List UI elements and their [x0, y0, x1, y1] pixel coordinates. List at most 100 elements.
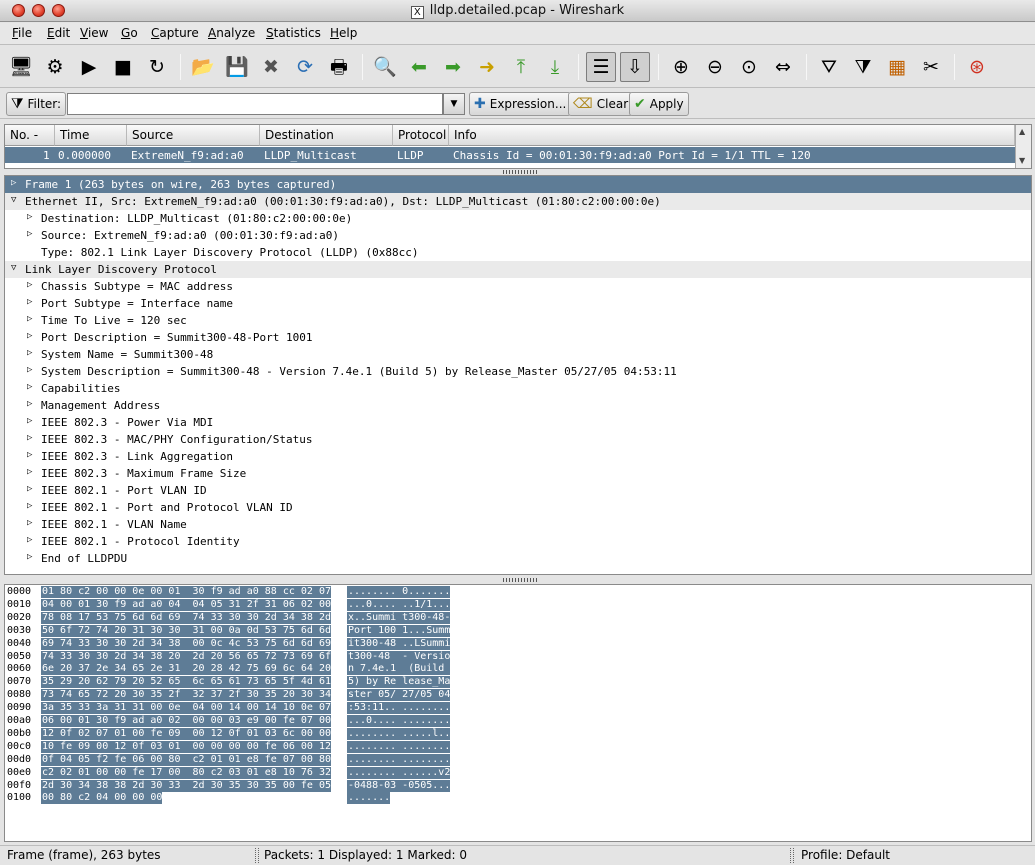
expander-closed-icon[interactable]: ▷	[27, 348, 32, 358]
detail-row[interactable]: ▷ End of LLDPDU	[5, 550, 1031, 567]
hex-ascii[interactable]: x..Summi t300-48-	[347, 611, 451, 624]
menu-capture[interactable]: Capture	[151, 26, 199, 40]
expander-closed-icon[interactable]: ▷	[27, 484, 32, 494]
hex-ascii[interactable]: n 7.4e.1 (Build	[347, 663, 451, 676]
detail-row[interactable]: ▽ Ethernet II, Src: ExtremeN_f9:ad:a0 (00…	[5, 193, 1031, 210]
hex-bytes[interactable]: 50 6f 72 74 20 31 30 30 31 00 0a 0d 53 7…	[41, 624, 331, 637]
status-separator[interactable]	[790, 848, 794, 863]
go-back-icon[interactable]: ⬅	[404, 52, 434, 82]
hex-ascii[interactable]: Port 100 1...Summ	[347, 624, 451, 637]
status-profile[interactable]: Profile: Default	[801, 848, 890, 862]
zoom-normal-icon[interactable]: ⊙	[734, 52, 764, 82]
detail-row[interactable]: ▷ Port Description = Summit300-48-Port 10…	[5, 329, 1031, 346]
hex-bytes[interactable]: 78 08 17 53 75 6d 6d 69 74 33 30 30 2d 3…	[41, 611, 331, 624]
hex-ascii[interactable]: it300-48 ..LSummi	[347, 637, 451, 650]
detail-row[interactable]: ▷ System Name = Summit300-48	[5, 346, 1031, 363]
close-file-icon[interactable]: ✖	[256, 52, 286, 82]
hex-bytes[interactable]: 3a 35 33 3a 31 31 00 0e 04 00 14 00 14 1…	[41, 702, 331, 715]
detail-row[interactable]: ▷ Management Address	[5, 397, 1031, 414]
display-filters-icon[interactable]: ⧩	[848, 52, 878, 82]
filter-button[interactable]: ⧩ Filter:	[6, 92, 67, 116]
last-packet-icon[interactable]: ⤓	[540, 52, 570, 82]
resize-columns-icon[interactable]: ⇔	[768, 52, 798, 82]
column-header-no[interactable]: No. -	[5, 125, 55, 146]
find-packet-icon[interactable]: 🔍	[370, 52, 400, 82]
clear-button[interactable]: ⌫ Clear	[568, 92, 634, 116]
expander-closed-icon[interactable]: ▷	[27, 297, 32, 307]
hex-ascii[interactable]: t300-48 - Versio	[347, 650, 451, 663]
menu-view[interactable]: View	[80, 26, 108, 40]
detail-row[interactable]: ▷ Frame 1 (263 bytes on wire, 263 bytes c…	[5, 176, 1031, 193]
apply-button[interactable]: ✔ Apply	[629, 92, 689, 116]
hex-ascii[interactable]: :53:11.. ........	[347, 702, 451, 715]
column-header-time[interactable]: Time	[55, 125, 127, 146]
detail-row[interactable]: ▷ IEEE 802.1 - Port and Protocol VLAN ID	[5, 499, 1031, 516]
detail-row[interactable]: ▷ IEEE 802.3 - Power Via MDI	[5, 414, 1031, 431]
expression-button[interactable]: ✚ Expression...	[469, 92, 572, 116]
detail-row[interactable]: ▷ Destination: LLDP_Multicast (01:80:c2:0…	[5, 210, 1031, 227]
hex-bytes[interactable]: 6e 20 37 2e 34 65 2e 31 20 28 42 75 69 6…	[41, 663, 331, 676]
expander-open-icon[interactable]: ▽	[11, 263, 16, 273]
column-header-info[interactable]: Info	[449, 125, 1015, 146]
help-icon[interactable]: ⊛	[962, 52, 992, 82]
packet-list-scrollbar[interactable]: ▲ ▼	[1015, 125, 1031, 168]
detail-row[interactable]: ▷ IEEE 802.1 - Protocol Identity	[5, 533, 1031, 550]
detail-row[interactable]: ▷ Time To Live = 120 sec	[5, 312, 1031, 329]
colorize-icon[interactable]: ☰	[586, 52, 616, 82]
stop-capture-icon[interactable]: ■	[108, 52, 138, 82]
hex-ascii[interactable]: 5) by Re lease_Ma	[347, 676, 451, 689]
coloring-rules-icon[interactable]: ▦	[882, 52, 912, 82]
detail-row[interactable]: ▷ IEEE 802.1 - VLAN Name	[5, 516, 1031, 533]
menu-edit[interactable]: Edit	[47, 26, 70, 40]
hex-ascii[interactable]: ster 05/ 27/05 04	[347, 689, 451, 702]
hex-ascii[interactable]: ........ .....l..	[347, 727, 451, 740]
detail-row[interactable]: ▷ Port Subtype = Interface name	[5, 295, 1031, 312]
hex-ascii[interactable]: ........ ......v2	[347, 766, 451, 779]
detail-row[interactable]: ▷ Capabilities	[5, 380, 1031, 397]
auto-scroll-icon[interactable]: ⇩	[620, 52, 650, 82]
hex-bytes[interactable]: 00 80 c2 04 00 00 00	[41, 792, 163, 805]
reload-icon[interactable]: ⟳	[290, 52, 320, 82]
hex-bytes[interactable]: 06 00 01 30 f9 ad a0 02 00 00 03 e9 00 f…	[41, 715, 331, 727]
zoom-in-icon[interactable]: ⊕	[666, 52, 696, 82]
expander-closed-icon[interactable]: ▷	[27, 433, 32, 443]
save-file-icon[interactable]: 💾	[222, 52, 252, 82]
filter-input[interactable]	[67, 93, 443, 115]
expander-closed-icon[interactable]: ▷	[27, 229, 32, 239]
scroll-up-icon[interactable]: ▲	[1019, 127, 1025, 136]
go-forward-icon[interactable]: ➡	[438, 52, 468, 82]
detail-row[interactable]: ▷ IEEE 802.3 - Link Aggregation	[5, 448, 1031, 465]
hex-bytes[interactable]: 04 00 01 30 f9 ad a0 04 04 05 31 2f 31 0…	[41, 598, 331, 611]
hex-bytes[interactable]: 0f 04 05 f2 fe 06 00 80 c2 01 01 e8 fe 0…	[41, 753, 331, 766]
hex-ascii[interactable]: .......	[347, 792, 391, 805]
column-header-protocol[interactable]: Protocol	[393, 125, 449, 146]
expander-open-icon[interactable]: ▽	[11, 195, 16, 205]
detail-row[interactable]: ▷ IEEE 802.3 - MAC/PHY Configuration/Stat…	[5, 431, 1031, 448]
open-file-icon[interactable]: 📂	[188, 52, 218, 82]
hex-bytes[interactable]: 2d 30 34 38 38 2d 30 33 2d 30 35 30 35 0…	[41, 779, 331, 792]
hex-ascii[interactable]: -0488-03 -0505...	[347, 779, 451, 792]
hex-ascii[interactable]: ........ 0.......	[347, 586, 451, 598]
expander-closed-icon[interactable]: ▷	[27, 450, 32, 460]
preferences-icon[interactable]: ✂	[916, 52, 946, 82]
filter-dropdown-button[interactable]: ▼	[443, 93, 465, 115]
zoom-out-icon[interactable]: ⊖	[700, 52, 730, 82]
hex-bytes[interactable]: c2 02 01 00 00 fe 17 00 80 c2 03 01 e8 1…	[41, 766, 331, 779]
hex-bytes[interactable]: 35 29 20 62 79 20 52 65 6c 65 61 73 65 5…	[41, 676, 331, 689]
menu-analyze[interactable]: Analyze	[208, 26, 255, 40]
expander-closed-icon[interactable]: ▷	[11, 178, 16, 188]
pane-splitter-handle[interactable]	[503, 170, 537, 174]
detail-row[interactable]: Type: 802.1 Link Layer Discovery Protoco…	[5, 244, 1031, 261]
hex-bytes[interactable]: 73 74 65 72 20 30 35 2f 32 37 2f 30 35 2…	[41, 689, 331, 702]
detail-row[interactable]: ▷ IEEE 802.3 - Maximum Frame Size	[5, 465, 1031, 482]
start-capture-icon[interactable]: ▶	[74, 52, 104, 82]
expander-closed-icon[interactable]: ▷	[27, 552, 32, 562]
column-header-destination[interactable]: Destination	[260, 125, 393, 146]
expander-closed-icon[interactable]: ▷	[27, 280, 32, 290]
packet-row[interactable]: 1 0.000000 ExtremeN_f9:ad:a0 LLDP_Multic…	[5, 147, 1015, 163]
hex-bytes[interactable]: 12 0f 02 07 01 00 fe 09 00 12 0f 01 03 6…	[41, 727, 331, 740]
hex-ascii[interactable]: ...0.... ..1/1...	[347, 598, 451, 611]
capture-filters-icon[interactable]: ⛛	[814, 52, 844, 82]
detail-row[interactable]: ▷ Source: ExtremeN_f9:ad:a0 (00:01:30:f9:…	[5, 227, 1031, 244]
expander-closed-icon[interactable]: ▷	[27, 382, 32, 392]
